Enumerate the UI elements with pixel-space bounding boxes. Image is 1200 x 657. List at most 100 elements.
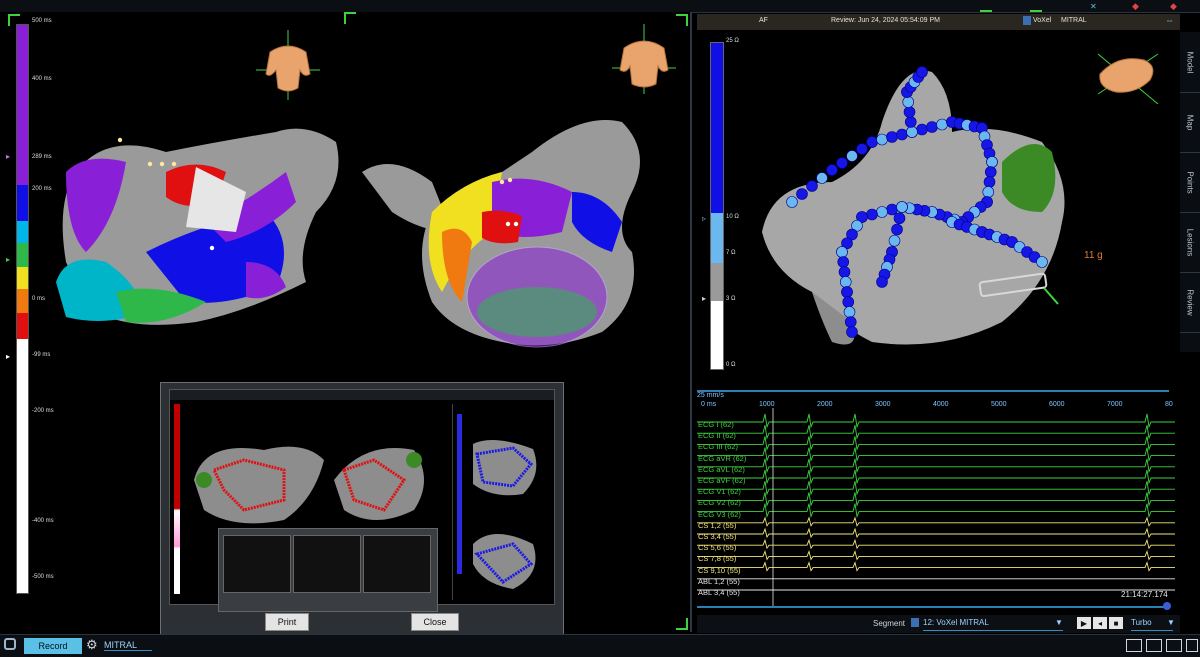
record-button[interactable]: Record [24,638,82,654]
tab-model[interactable]: Model [1180,32,1200,93]
timeline-end-handle[interactable] [1163,602,1171,610]
scale-label: -200 ms [32,408,54,414]
segment-select[interactable]: 12: VoXel MITRAL [923,618,1063,631]
lesion-marker [843,306,856,318]
signal-trace [697,458,1175,474]
lesion-marker [836,246,848,258]
tab-lesions-label: Lesions [1185,228,1195,256]
lesion-marker [986,156,998,168]
lesion-marker [982,186,995,198]
time-tick: 0 ms [701,401,717,408]
lesion-marker [866,208,878,221]
lesion-marker [844,316,857,328]
viewport-corner-bracket [676,14,688,26]
print-button[interactable]: Print [265,613,309,631]
review-timestamp: Review: Jun 24, 2024 05:54:09 PM [831,17,940,24]
signal-trace [697,492,1175,507]
lesion-marker [876,276,888,288]
impedance-label: 10 Ω [726,214,739,220]
toolbar-alert-icon[interactable]: ◆ [1170,1,1177,12]
lesion-marker [856,143,868,155]
close-button[interactable]: Close [411,613,459,631]
scale-label: 400 ms [32,76,52,82]
toolbar-tool-icon[interactable]: ✕ [1090,2,1097,11]
expand-icon[interactable]: ⇔ [1165,15,1174,25]
lesion-map-model[interactable] [752,52,1132,372]
active-map-name[interactable]: MITRAL [104,640,152,651]
window-icon[interactable] [1166,639,1182,652]
cursor-timestamp: 21:14:27.174 [1121,590,1168,599]
time-tick: 80 [1165,401,1173,408]
gear-icon[interactable]: ⚙ [86,637,98,653]
scale-handle-icon[interactable]: ▸ [702,294,706,303]
lesion-marker [836,157,848,169]
lesion-marker [837,256,850,268]
scale-label: -500 ms [32,574,54,580]
lesion-marker [888,234,901,247]
window-icon[interactable] [1146,639,1162,652]
app-logo-icon[interactable] [4,638,16,650]
contact-force-readout: 11 g [1084,250,1103,261]
toolbar-marker-icon[interactable] [1030,0,1042,12]
lesion-marker [904,116,917,128]
right-sidebar-tabs: Model Map Points Lesions Review [1180,32,1200,352]
time-tick: 2000 [817,401,833,408]
lesion-marker [876,133,888,146]
map-name-label: MITRAL [1061,17,1087,24]
signal-trace [697,469,1175,485]
lesion-marker [902,96,915,108]
channel-label: ECG aVR (62) [698,453,747,463]
lesion-map-panel[interactable]: 25 Ω 10 Ω 7 Ω 3 Ω 0 Ω ▹ ▸ 11 g [692,30,1180,386]
torso-orientation-icon[interactable] [612,24,676,94]
preview-thumbnail-strip [218,528,438,612]
time-tick: 7000 [1107,401,1123,408]
lesion-marker [876,206,888,218]
print-preview-dialog[interactable]: Print Close [160,382,564,646]
lesion-marker [842,296,855,308]
channel-label: ECG II (62) [698,431,736,441]
activation-color-scale[interactable] [16,24,29,594]
preview-lesion-models [194,446,424,524]
scale-handle-icon[interactable]: ▹ [702,214,706,223]
lesion-marker [893,212,906,225]
bottom-status-bar: ⚙ [0,634,1200,657]
scale-label: 500 ms [32,18,52,24]
ecg-signal-area[interactable]: 25 mm/s 0 ms 1000 2000 3000 4000 5000 60… [697,388,1180,614]
step-back-button[interactable]: ◂ [1093,617,1107,629]
activation-map-model-left[interactable] [46,112,346,342]
scale-lower-handle-icon[interactable]: ▸ [6,352,10,361]
window-icon[interactable] [1186,639,1198,652]
lesion-marker [838,266,851,278]
signal-trace [697,447,1175,463]
torso-orientation-icon[interactable] [256,30,320,100]
toolbar-alert-icon[interactable]: ◆ [1132,1,1139,12]
brand-label: VoXel [1033,17,1052,24]
scale-center-handle-icon[interactable]: ▸ [6,255,10,264]
scale-upper-handle-icon[interactable]: ▸ [6,152,10,161]
channel-label: ECG III (62) [698,442,739,452]
mode-label: AF [759,17,768,24]
channel-label: ECG aVL (62) [698,464,745,474]
impedance-color-scale[interactable] [710,42,724,370]
chevron-down-icon[interactable]: ▼ [1055,618,1063,627]
lesion-marker [896,128,908,141]
preview-right-panel [452,404,551,600]
stop-button[interactable]: ■ [1109,617,1123,629]
lesion-marker [891,223,903,236]
play-button[interactable]: ▶ [1077,617,1091,629]
tab-map[interactable]: Map [1180,92,1200,153]
preview-scale-bar [174,404,180,594]
timeline-scrollbar[interactable] [697,606,1169,608]
activation-map-model-right[interactable] [352,112,682,352]
lesion-marker [846,150,858,162]
tab-points[interactable]: Points [1180,152,1200,213]
lesion-marker [866,136,878,148]
tab-lesions[interactable]: Lesions [1180,212,1200,273]
tab-review[interactable]: Review [1180,272,1200,333]
lesion-marker [839,276,852,288]
tab-review-label: Review [1185,288,1195,316]
window-icon[interactable] [1126,639,1142,652]
chevron-down-icon[interactable]: ▼ [1167,618,1175,627]
segment-label: Segment [873,619,906,628]
toolbar-marker-icon[interactable] [980,0,992,12]
